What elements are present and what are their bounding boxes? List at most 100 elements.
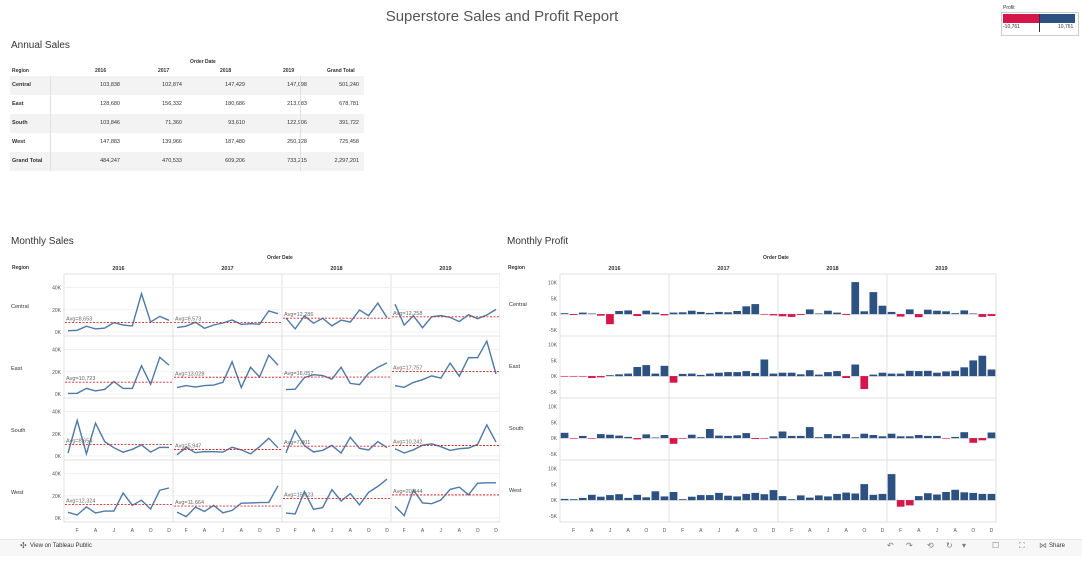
profit-bar-west	[678, 499, 687, 501]
table-cell[interactable]: 391,722	[339, 120, 359, 126]
table-cell[interactable]: 156,332	[162, 101, 182, 107]
redo-icon[interactable]: ↷	[906, 541, 913, 550]
profit-bar-central	[606, 314, 614, 325]
comment-icon[interactable]: ☐	[992, 541, 999, 550]
table-cell[interactable]: 484,247	[100, 158, 120, 164]
table-cell[interactable]: 102,874	[162, 82, 182, 88]
table-cell[interactable]: 147,429	[225, 82, 245, 88]
col-header-2018: 2018	[220, 68, 232, 74]
table-cell[interactable]: 725,458	[339, 139, 359, 145]
average-label: Avg=7,801	[284, 440, 310, 446]
table-cell[interactable]: 93,610	[228, 120, 245, 126]
profit-bar-south	[560, 432, 569, 439]
profit-bar-west	[842, 492, 850, 501]
sales-month-tick: O	[476, 528, 480, 534]
profit-bar-west	[597, 496, 605, 501]
profit-bar-south	[942, 438, 950, 439]
table-cell[interactable]: 187,480	[225, 139, 245, 145]
profit-bar-south	[696, 437, 705, 439]
table-cell[interactable]: 103,846	[100, 120, 120, 126]
table-cell[interactable]: 103,838	[100, 82, 120, 88]
table-cell[interactable]: 122,906	[287, 120, 307, 126]
table-row-grand-total[interactable]: Grand Total 484,247 470,533 609,206 733,…	[10, 152, 364, 171]
tableau-toolbar	[0, 539, 1082, 556]
profit-bar-south	[597, 434, 605, 439]
sales-year-label: 2016	[112, 266, 124, 272]
profit-bar-east	[624, 373, 632, 377]
profit-bar-south	[969, 438, 978, 443]
profit-bar-central	[687, 310, 696, 315]
fullscreen-icon[interactable]: ⛶	[1019, 541, 1025, 551]
page-title: Superstore Sales and Profit Report	[385, 8, 619, 25]
share-icon[interactable]: ⋈	[1039, 541, 1047, 550]
profit-bar-east	[860, 376, 869, 389]
table-cell[interactable]: 71,360	[165, 120, 182, 126]
profit-month-tick: O	[644, 528, 648, 534]
profit-legend[interactable]	[1001, 12, 1079, 36]
average-label: Avg=8,654	[66, 438, 92, 444]
table-row[interactable]: Central 103,838 102,874 147,429 147,098 …	[10, 76, 364, 95]
revert-icon[interactable]: ⟲	[927, 541, 934, 550]
profit-bar-south	[778, 431, 787, 439]
profit-bar-east	[696, 374, 705, 377]
table-cell[interactable]: 180,686	[225, 101, 245, 107]
refresh-icon[interactable]: ↻	[946, 541, 953, 550]
profit-bar-west	[669, 492, 678, 501]
profit-bar-south	[787, 435, 796, 439]
table-cell[interactable]: 250,128	[287, 139, 307, 145]
table-row[interactable]: South 103,846 71,360 93,610 122,906 391,…	[10, 114, 364, 133]
profit-month-tick: A	[590, 528, 594, 534]
table-cell[interactable]: 147,883	[100, 139, 120, 145]
table-cell[interactable]: 128,680	[100, 101, 120, 107]
sales-y-tick: 0K	[55, 516, 62, 522]
profit-bar-central	[751, 304, 760, 315]
pause-dropdown-icon[interactable]: ▾	[962, 541, 966, 550]
profit-bar-south	[760, 438, 769, 439]
share-button[interactable]: Share	[1049, 543, 1065, 549]
profit-y-tick: 5K	[551, 420, 558, 426]
profit-bar-east	[569, 376, 578, 377]
profit-bar-central	[642, 310, 651, 315]
table-cell[interactable]: 213,083	[287, 101, 307, 107]
table-cell[interactable]: 678,781	[339, 101, 359, 107]
profit-bar-central	[651, 312, 660, 315]
profit-bar-east	[951, 370, 959, 377]
profit-bar-central	[633, 314, 642, 316]
monthly-sales-chart[interactable]: 2016 2017 2018 2019 Central 40K 20K 0K Avg=8,653…	[0, 260, 500, 535]
table-cell[interactable]: 609,206	[225, 158, 245, 164]
profit-bar-central	[887, 311, 896, 315]
monthly-profit-chart[interactable]: 2016 2017 2018 2019 Central 10K 5K 0K -5K East 10K…	[500, 260, 1000, 535]
row-label-south: South	[12, 120, 28, 126]
table-cell[interactable]: 2,297,201	[335, 158, 359, 164]
profit-bar-central	[924, 309, 932, 315]
table-cell[interactable]: 139,966	[162, 139, 182, 145]
profit-month-tick: A	[808, 528, 812, 534]
table-cell[interactable]: 733,215	[287, 158, 307, 164]
undo-icon[interactable]: ↶	[887, 541, 894, 550]
view-on-tableau-link[interactable]: View on Tableau Public	[30, 543, 92, 549]
profit-bar-south	[869, 435, 878, 439]
profit-bar-central	[951, 313, 959, 315]
sales-month-tick: A	[458, 528, 462, 534]
profit-bar-central	[905, 309, 914, 315]
profit-bar-central	[869, 292, 878, 315]
table-cell[interactable]: 501,240	[339, 82, 359, 88]
table-cell[interactable]: 470,533	[162, 158, 182, 164]
profit-bar-south	[833, 435, 841, 439]
profit-bar-central	[978, 314, 987, 317]
average-label: Avg=15,623	[284, 493, 313, 499]
profit-bar-west	[969, 492, 978, 501]
table-row[interactable]: East 128,680 156,332 180,686 213,083 678…	[10, 95, 364, 114]
profit-y-tick: -5K	[549, 390, 557, 396]
profit-bar-central	[787, 314, 796, 317]
table-row[interactable]: West 147,883 139,966 187,480 250,128 725…	[10, 133, 364, 152]
row-label-central: Central	[12, 82, 31, 88]
profit-bar-east	[751, 373, 760, 377]
profit-bar-west	[696, 495, 705, 501]
profit-bar-east	[914, 371, 923, 377]
col-header-2019: 2019	[283, 68, 295, 74]
table-cell[interactable]: 147,098	[287, 82, 307, 88]
profit-bar-east	[651, 373, 660, 377]
annual-order-date-header: Order Date	[190, 59, 216, 65]
profit-bar-central	[987, 314, 996, 316]
